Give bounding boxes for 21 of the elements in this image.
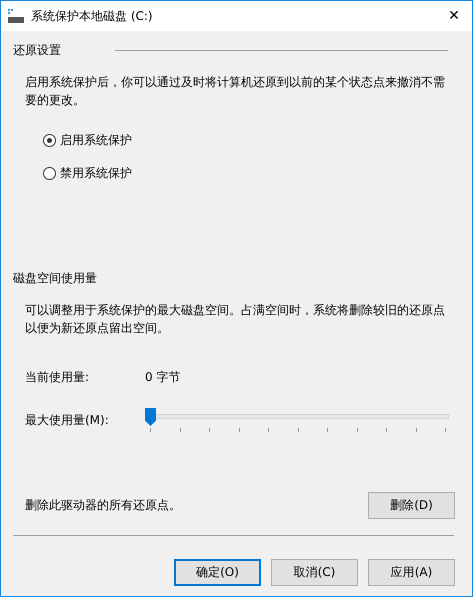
description-text: 启用系统保护后，你可以通过及时将计算机还原到以前的某个状态点来撤消不需要的更改。 [25,74,446,109]
delete-description: 删除此驱动器的所有还原点。 [25,497,181,514]
delete-button[interactable]: 删除(D) [368,492,455,519]
slider-thumb[interactable] [145,408,156,426]
radio-button[interactable] [43,134,56,146]
current-usage-value: 0 字节 [145,369,180,386]
dialog-button[interactable]: 确定(O) [174,559,261,586]
max-usage-slider[interactable] [145,408,449,432]
radio-option[interactable]: 启用系统保护 [43,131,460,149]
section-heading: 还原设置 [13,42,62,58]
radio-option[interactable]: 禁用系统保护 [43,164,460,182]
dialog-button[interactable]: 应用(A) [368,559,455,586]
radio-button[interactable] [43,166,56,180]
close-button[interactable]: ✕ [444,8,464,24]
dialog-button[interactable]: 取消(C) [271,559,358,586]
description-text: 可以调整用于系统保护的最大磁盘空间。占满空间时，系统将删除较旧的还原点以便为新还原点留出空间。 [25,302,446,337]
window-title: 系统保护本地磁盘 (C:) [31,8,154,24]
current-usage-label: 当前使用量: [25,369,90,386]
section-heading: 磁盘空间使用量 [13,270,98,286]
max-usage-label: 最大使用量(M): [25,412,110,428]
drive-icon [8,9,24,23]
